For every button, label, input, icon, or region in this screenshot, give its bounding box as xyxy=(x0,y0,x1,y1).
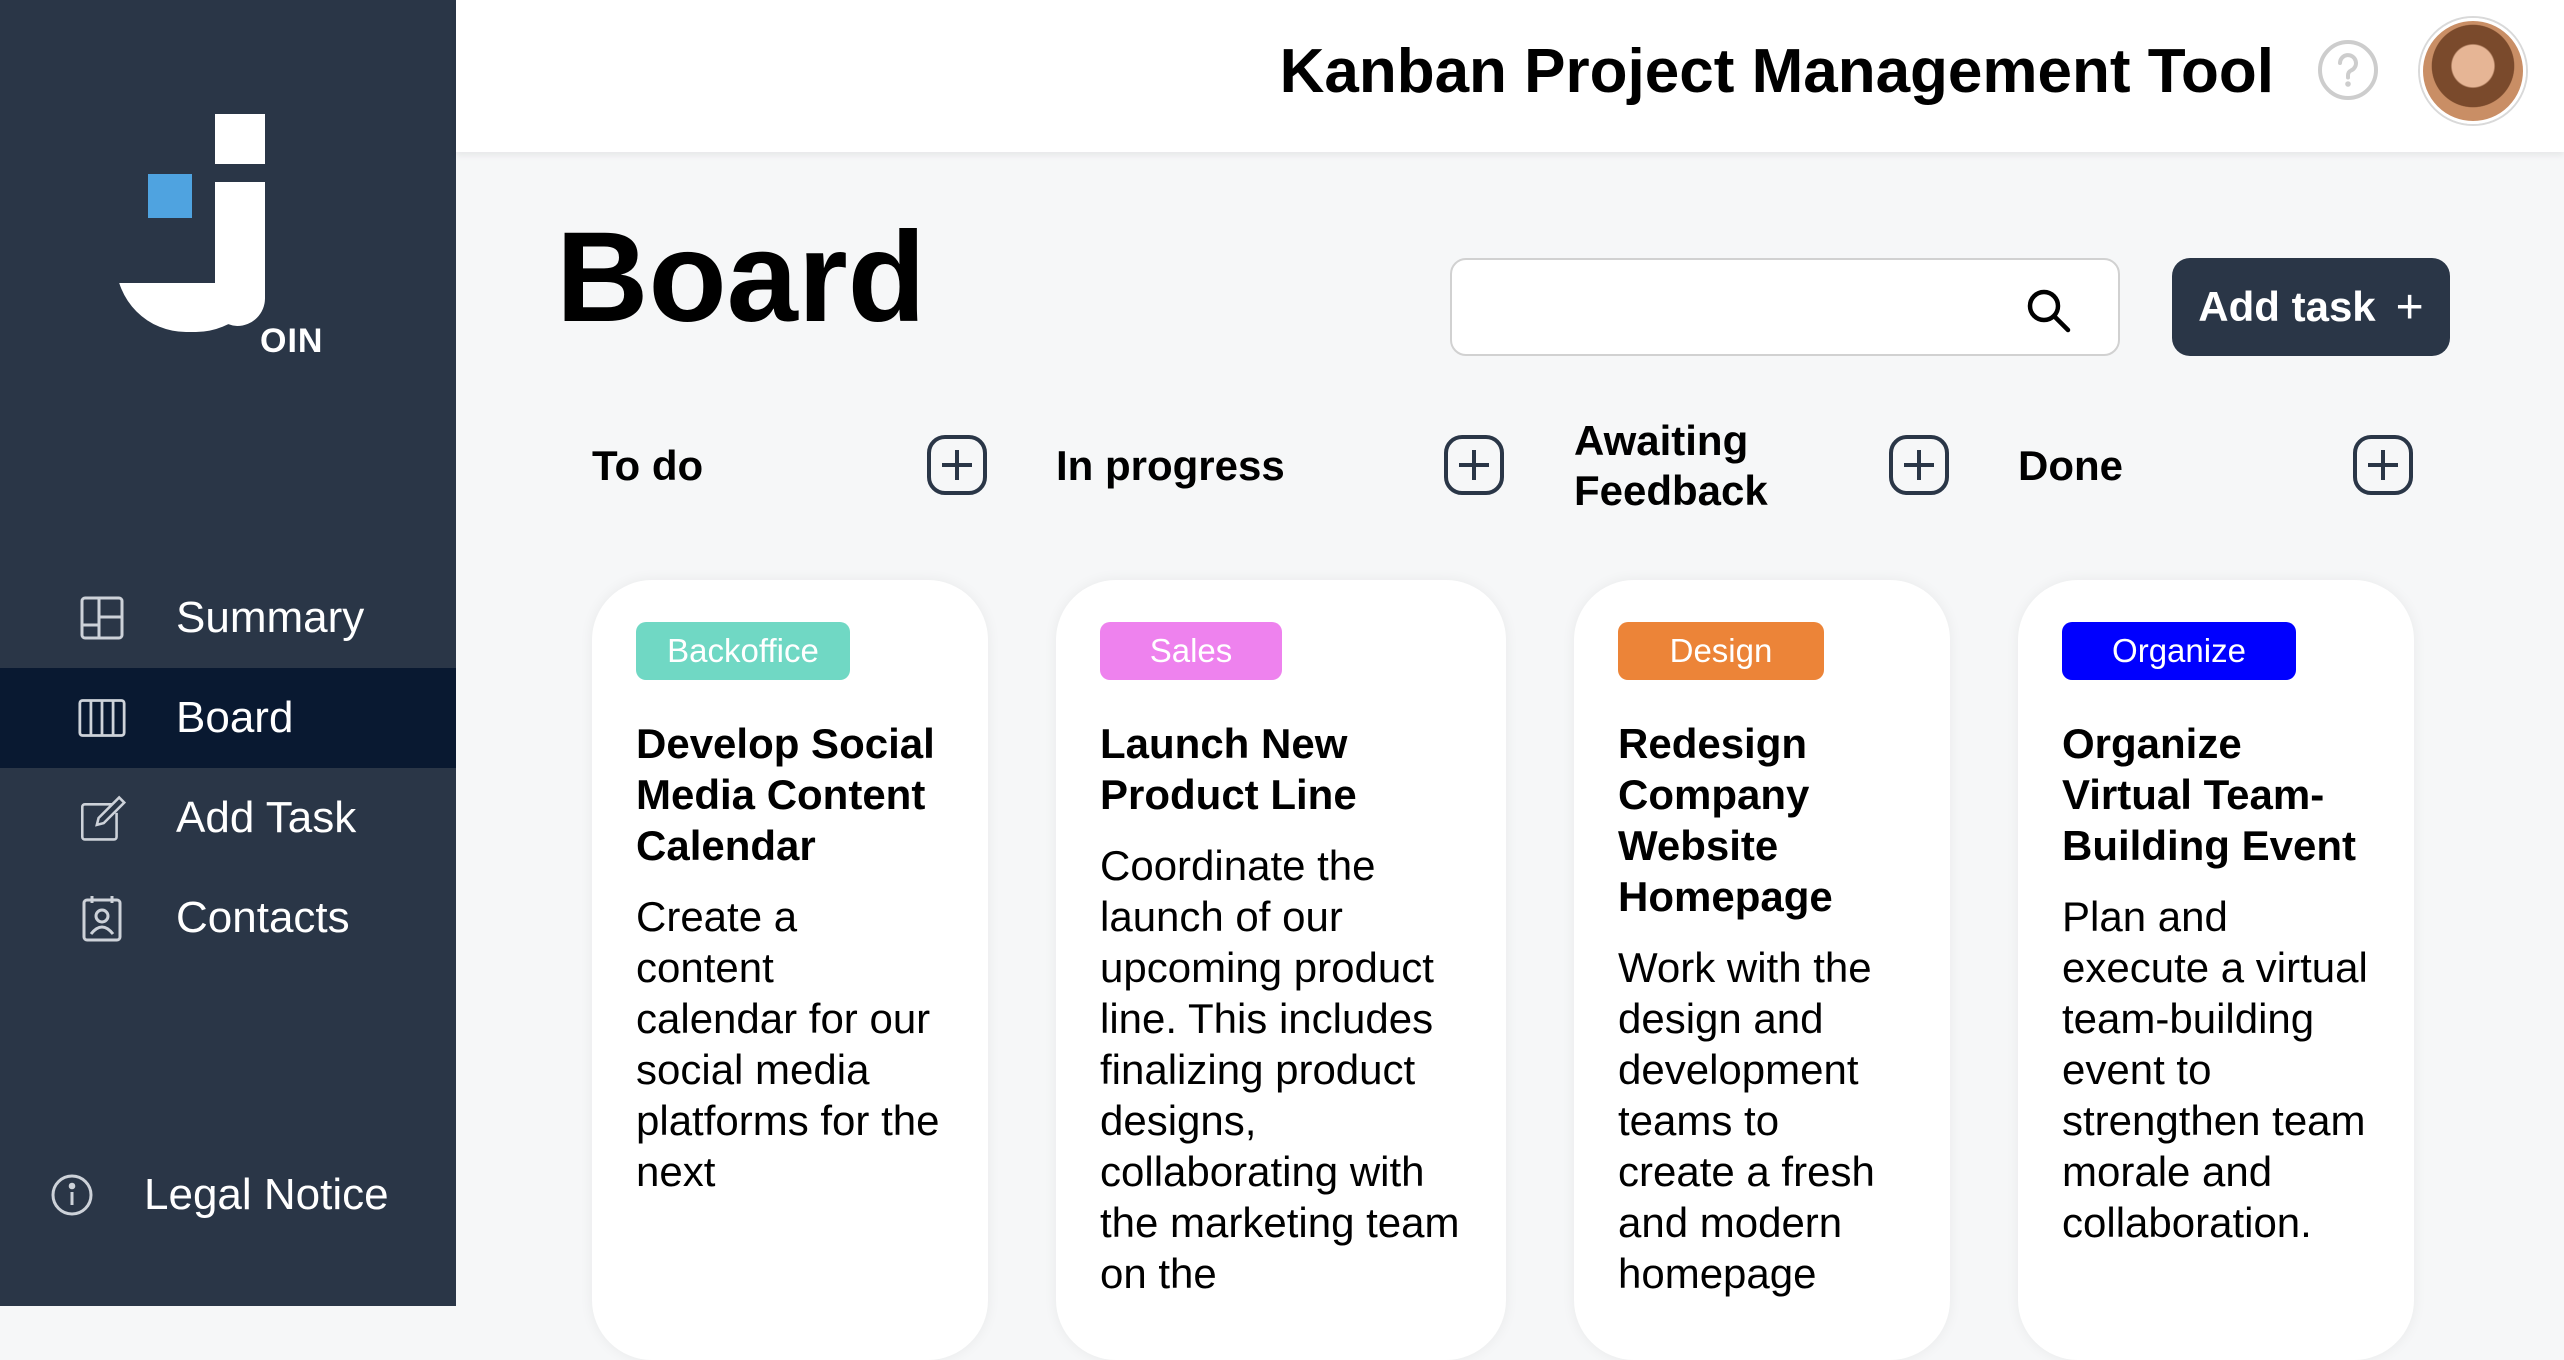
sidebar-item-label: Board xyxy=(176,693,294,742)
task-title: Organize Virtual Team-Building Event xyxy=(2062,720,2356,869)
plus-icon: + xyxy=(2395,280,2424,334)
sidebar-item-board[interactable]: Board xyxy=(0,668,456,768)
task-title: Redesign Company Website Homepage xyxy=(1618,720,1833,920)
sidebar: OIN Summary Board Add Task Contacts Lega… xyxy=(0,0,456,1306)
add-task-label: Add task xyxy=(2198,283,2376,330)
help-icon[interactable] xyxy=(2316,38,2380,102)
add-task-icon xyxy=(78,794,126,842)
join-logo[interactable]: OIN xyxy=(112,112,322,362)
logo-square-white xyxy=(215,114,265,164)
column-header-awaiting-feedback: Awaiting Feedback xyxy=(1574,414,1804,518)
task-card[interactable]: Sales Launch New Product Line Coordinate… xyxy=(1056,580,1506,1360)
board-icon xyxy=(78,694,126,742)
task-description: Create a content calendar for our social… xyxy=(636,893,940,1195)
search-box xyxy=(1450,258,2120,356)
sidebar-item-summary[interactable]: Summary xyxy=(0,568,456,668)
sidebar-nav: Summary Board Add Task Contacts xyxy=(0,568,456,968)
add-task-button[interactable]: Add task + xyxy=(2172,258,2450,356)
category-badge: Organize xyxy=(2062,622,2296,680)
legal-notice-link[interactable]: Legal Notice xyxy=(50,1170,389,1220)
page-title: Board xyxy=(556,206,926,349)
contacts-icon xyxy=(78,894,126,942)
legal-notice-label: Legal Notice xyxy=(144,1170,389,1219)
search-icon[interactable] xyxy=(2024,286,2072,334)
add-to-done-icon[interactable] xyxy=(2352,434,2414,496)
column-header-todo: To do xyxy=(592,414,703,518)
logo-text: OIN xyxy=(260,322,324,360)
task-title: Develop Social Media Content Calendar xyxy=(636,720,935,869)
task-card[interactable]: Organize Organize Virtual Team-Building … xyxy=(2018,580,2414,1360)
column-title: Awaiting Feedback xyxy=(1574,417,1768,514)
search-input[interactable] xyxy=(1472,276,2016,340)
task-description: Work with the design and development tea… xyxy=(1618,944,1875,1297)
column-title: To do xyxy=(592,442,704,489)
category-badge: Backoffice xyxy=(636,622,850,680)
user-avatar[interactable] xyxy=(2420,18,2526,124)
column-title: Done xyxy=(2018,442,2123,489)
column-header-done: Done xyxy=(2018,414,2123,518)
app-title: Kanban Project Management Tool xyxy=(1279,37,2274,106)
info-icon xyxy=(50,1173,94,1217)
top-header: Kanban Project Management Tool xyxy=(456,0,2564,152)
sidebar-item-label: Summary xyxy=(176,593,365,642)
task-description: Plan and execute a virtual team-building… xyxy=(2062,893,2368,1246)
add-to-todo-icon[interactable] xyxy=(926,434,988,496)
add-to-in-progress-icon[interactable] xyxy=(1443,434,1505,496)
logo-square-blue xyxy=(148,174,192,218)
summary-icon xyxy=(78,594,126,642)
sidebar-item-label: Contacts xyxy=(176,893,350,942)
sidebar-item-add-task[interactable]: Add Task xyxy=(0,768,456,868)
task-title: Launch New Product Line xyxy=(1100,720,1357,818)
sidebar-item-contacts[interactable]: Contacts xyxy=(0,868,456,968)
sidebar-item-label: Add Task xyxy=(176,793,357,842)
column-title: In progress xyxy=(1056,442,1285,489)
category-badge: Sales xyxy=(1100,622,1282,680)
task-description: Coordinate the launch of our upcoming pr… xyxy=(1100,842,1460,1297)
add-to-awaiting-feedback-icon[interactable] xyxy=(1888,434,1950,496)
category-badge: Design xyxy=(1618,622,1824,680)
task-card[interactable]: Design Redesign Company Website Homepage… xyxy=(1574,580,1950,1360)
task-card[interactable]: Backoffice Develop Social Media Content … xyxy=(592,580,988,1360)
column-header-in-progress: In progress xyxy=(1056,414,1285,518)
